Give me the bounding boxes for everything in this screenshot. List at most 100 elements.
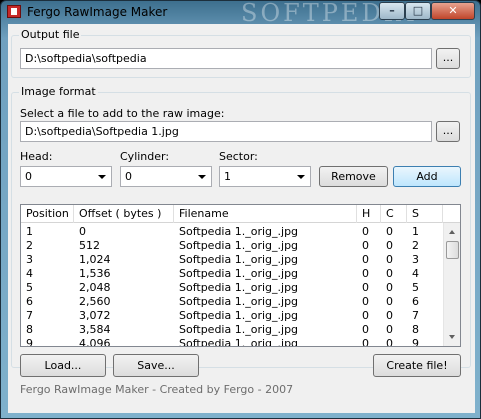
table-cell: 6 [412,295,419,308]
chevron-down-icon [198,175,206,179]
table-cell: 7 [412,309,419,322]
table-cell: 2 [412,239,419,252]
cylinder-select-value: 0 [125,170,132,183]
head-select-value: 0 [25,170,32,183]
table-cell: 1,536 [79,267,111,280]
table-cell: Softpedia 1._orig_.jpg [179,281,299,294]
maximize-icon: □ [412,4,424,17]
table-cell: Softpedia 1._orig_.jpg [179,253,299,266]
table-cell: 4,096 [79,337,111,347]
load-button[interactable]: Load... [20,354,106,377]
column-header[interactable]: H [357,205,381,223]
table-cell: 0 [362,295,369,308]
list-header: Position Offset ( bytes ) Filename H C S [21,205,460,223]
table-cell: 0 [386,239,393,252]
table-row[interactable]: 1 0 Softpedia 1._orig_.jpg 0 0 1 [21,225,445,239]
table-cell: 8 [412,323,419,336]
output-file-group-label: Output file [19,28,82,41]
scroll-up-icon[interactable] [444,223,460,240]
footer-credit: Fergo RawImage Maker - Created by Fergo … [20,383,294,396]
select-file-label: Select a file to add to the raw image: [20,107,225,120]
table-cell: 1 [26,225,33,238]
table-cell: 0 [386,323,393,336]
table-row[interactable]: 6 2,560 Softpedia 1._orig_.jpg 0 0 6 [21,295,445,309]
table-cell: 0 [386,337,393,347]
table-cell: 0 [386,295,393,308]
table-cell: 9 [412,337,419,347]
client-area: Output file D:\softpedia\softpedia ... I… [8,24,475,413]
table-row[interactable]: 3 1,024 Softpedia 1._orig_.jpg 0 0 3 [21,253,445,267]
save-button[interactable]: Save... [113,354,199,377]
vertical-scrollbar[interactable] [443,223,460,346]
table-cell: 3,584 [79,323,111,336]
table-cell: Softpedia 1._orig_.jpg [179,309,299,322]
table-cell: 0 [362,281,369,294]
table-cell: 2 [26,239,33,252]
source-file-input[interactable]: D:\softpedia\Softpedia 1.jpg [20,121,432,142]
cylinder-label: Cylinder: [120,150,170,163]
table-cell: 2,048 [79,281,111,294]
add-button[interactable]: Add [393,166,461,187]
table-row[interactable]: 7 3,072 Softpedia 1._orig_.jpg 0 0 7 [21,309,445,323]
close-icon: ✕ [448,4,458,17]
remove-button[interactable]: Remove [319,166,388,187]
minimize-icon: – [389,4,395,17]
column-header[interactable]: Filename [174,205,357,223]
table-cell: 0 [362,323,369,336]
table-cell: 8 [26,323,33,336]
close-button[interactable]: ✕ [431,2,475,20]
maximize-button[interactable]: □ [405,2,431,20]
table-cell: 512 [79,239,100,252]
table-cell: 5 [26,281,33,294]
scroll-down-icon[interactable] [444,329,460,346]
minimize-button[interactable]: – [379,2,405,20]
window-title: Fergo RawImage Maker [27,5,168,19]
table-cell: Softpedia 1._orig_.jpg [179,295,299,308]
column-header[interactable]: C [381,205,407,223]
table-cell: 2,560 [79,295,111,308]
table-cell: 0 [386,309,393,322]
head-select[interactable]: 0 [20,166,112,187]
table-cell: 9 [26,337,33,347]
column-header[interactable]: Offset ( bytes ) [74,205,174,223]
table-cell: 0 [362,225,369,238]
table-cell: 0 [386,253,393,266]
table-cell: 3 [412,253,419,266]
table-cell: Softpedia 1._orig_.jpg [179,239,299,252]
table-cell: Softpedia 1._orig_.jpg [179,267,299,280]
table-cell: 6 [26,295,33,308]
app-icon [7,5,21,18]
table-cell: 0 [362,337,369,347]
table-cell: 0 [386,225,393,238]
table-cell: Softpedia 1._orig_.jpg [179,225,299,238]
table-cell: 0 [386,267,393,280]
table-row[interactable]: 4 1,536 Softpedia 1._orig_.jpg 0 0 4 [21,267,445,281]
table-cell: Softpedia 1._orig_.jpg [179,337,299,347]
column-header[interactable]: Position [21,205,74,223]
table-row[interactable]: 5 2,048 Softpedia 1._orig_.jpg 0 0 5 [21,281,445,295]
source-browse-button[interactable]: ... [436,121,460,142]
output-browse-button[interactable]: ... [436,48,460,69]
table-cell: 5 [412,281,419,294]
chevron-down-icon [297,175,305,179]
image-format-group-label: Image format [19,85,98,98]
create-file-button[interactable]: Create file! [373,354,461,377]
table-row[interactable]: 9 4,096 Softpedia 1._orig_.jpg 0 0 9 [21,337,445,347]
table-cell: 0 [362,239,369,252]
table-cell: 0 [362,267,369,280]
table-cell: 0 [362,253,369,266]
app-window: Fergo RawImage Maker SOFTPEDIA – □ ✕ Out… [0,0,481,419]
sector-label: Sector: [219,150,258,163]
table-cell: 0 [79,225,86,238]
sector-list[interactable]: Position Offset ( bytes ) Filename H C S 1 0 So… [20,204,461,347]
table-cell: 4 [26,267,33,280]
title-bar[interactable]: Fergo RawImage Maker SOFTPEDIA – □ ✕ [1,0,480,27]
chevron-down-icon [98,175,106,179]
cylinder-select[interactable]: 0 [120,166,212,187]
table-row[interactable]: 2 512 Softpedia 1._orig_.jpg 0 0 2 [21,239,445,253]
output-file-input[interactable]: D:\softpedia\softpedia [20,48,432,69]
scroll-thumb[interactable] [446,241,459,259]
sector-select[interactable]: 1 [219,166,311,187]
column-header[interactable]: S [407,205,443,223]
table-row[interactable]: 8 3,584 Softpedia 1._orig_.jpg 0 0 8 [21,323,445,337]
